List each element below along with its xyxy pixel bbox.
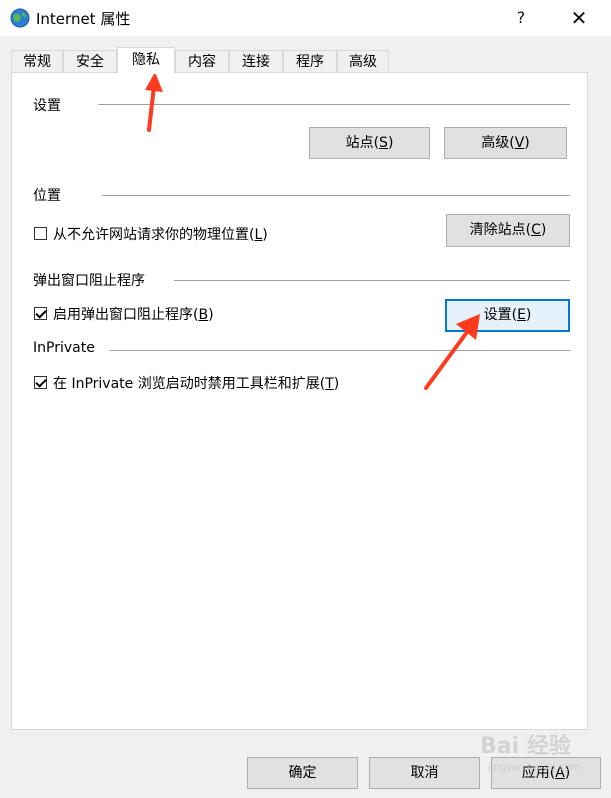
help-button[interactable]: ? [498, 0, 544, 36]
inprivate-group-label: InPrivate [33, 340, 95, 356]
window-title: Internet 属性 [36, 10, 131, 28]
tab-general[interactable]: 常规 [11, 50, 63, 73]
settings-group-label: 设置 [33, 98, 61, 114]
location-checkbox[interactable] [34, 227, 47, 240]
cancel-button[interactable]: 取消 [369, 757, 480, 789]
inprivate-checkbox[interactable] [34, 376, 47, 389]
tab-content[interactable]: 内容 [175, 50, 229, 73]
clear-sites-button[interactable]: 清除站点(C) [446, 214, 570, 247]
inprivate-group-divider [110, 350, 570, 351]
sites-button[interactable]: 站点(S) [309, 127, 430, 159]
advanced-button[interactable]: 高级(V) [444, 127, 567, 159]
tab-connections[interactable]: 连接 [229, 50, 283, 73]
watermark-logo: Bai 经验 [480, 734, 571, 759]
tab-programs[interactable]: 程序 [283, 50, 337, 73]
close-button[interactable]: ✕ [556, 0, 602, 36]
tab-security[interactable]: 安全 [63, 50, 117, 73]
location-group-label: 位置 [33, 188, 61, 204]
location-group-divider [102, 195, 570, 196]
settings-group-divider [98, 104, 570, 105]
title-bar: Internet 属性 ? ✕ [0, 0, 611, 36]
popup-group-divider [174, 280, 570, 281]
inprivate-checkbox-label[interactable]: 在 InPrivate 浏览启动时禁用工具栏和扩展(T) [53, 373, 339, 393]
ok-button[interactable]: 确定 [247, 757, 358, 789]
watermark-url: jingyan.baidu.com [488, 762, 581, 773]
popup-blocker-checkbox-label[interactable]: 启用弹出窗口阻止程序(B) [53, 304, 214, 324]
tab-advanced[interactable]: 高级 [337, 50, 389, 73]
privacy-panel: 设置 站点(S) 高级(V) 位置 从不允许网站请求你的物理位置(L) 清除站点… [11, 72, 588, 730]
internet-globe-icon [10, 8, 30, 28]
tab-privacy[interactable]: 隐私 [117, 47, 175, 74]
location-checkbox-label[interactable]: 从不允许网站请求你的物理位置(L) [53, 224, 268, 244]
popup-blocker-checkbox[interactable] [34, 307, 47, 320]
popup-settings-button[interactable]: 设置(E) [445, 299, 570, 332]
popup-group-label: 弹出窗口阻止程序 [33, 273, 145, 289]
